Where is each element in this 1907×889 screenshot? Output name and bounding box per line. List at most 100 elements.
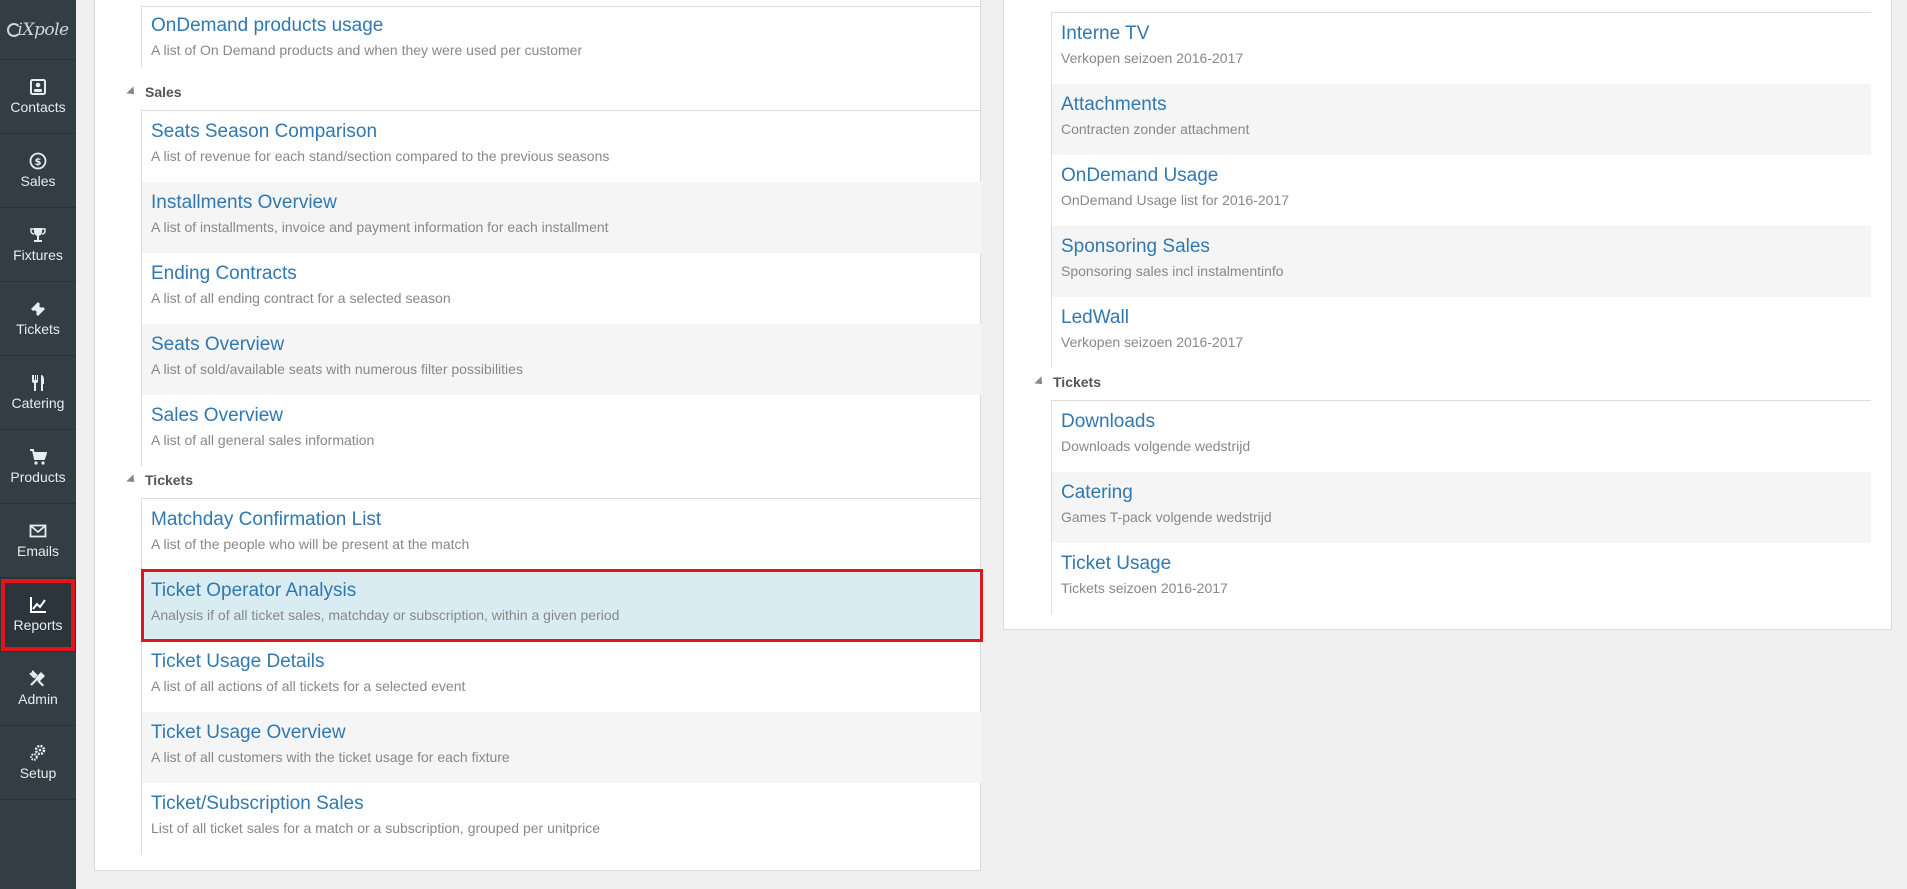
tools-icon bbox=[29, 670, 45, 687]
chart-icon bbox=[30, 597, 46, 613]
report-description: A list of On Demand products and when th… bbox=[151, 42, 583, 58]
report-description: Downloads volgende wedstrijd bbox=[1061, 438, 1251, 454]
nav-label-tickets: Tickets bbox=[16, 321, 60, 337]
cart-icon bbox=[30, 449, 47, 465]
report-description: A list of installments, invoice and paym… bbox=[151, 219, 609, 235]
nav-label-catering: Catering bbox=[11, 395, 65, 411]
nav-item-products[interactable]: Products bbox=[0, 430, 76, 504]
report-item[interactable]: Sponsoring Sales Sponsoring sales incl i… bbox=[1052, 226, 1871, 297]
nav-item-catering[interactable]: Catering bbox=[0, 356, 76, 430]
report-description: A list of all customers with the ticket … bbox=[151, 749, 510, 765]
right-tickets-report-list: Downloads Downloads volgende wedstrijd C… bbox=[1051, 400, 1871, 614]
nav-item-fixtures[interactable]: Fixtures bbox=[0, 208, 76, 282]
report-item[interactable]: Ending Contracts A list of all ending co… bbox=[142, 253, 982, 324]
report-description: Tickets seizoen 2016-2017 bbox=[1061, 580, 1228, 596]
svg-text:$: $ bbox=[35, 157, 42, 168]
nav-item-sales[interactable]: $ Sales bbox=[0, 134, 76, 208]
report-title[interactable]: Ticket Operator Analysis bbox=[151, 579, 973, 603]
reports-panel-left: OnDemand products usage A list of On Dem… bbox=[94, 0, 983, 871]
report-item[interactable]: Ticket Usage Details A list of all actio… bbox=[142, 641, 982, 712]
nav-item-setup[interactable]: Setup bbox=[0, 726, 76, 800]
report-title[interactable]: Sponsoring Sales bbox=[1061, 235, 1862, 259]
report-title[interactable]: Seats Overview bbox=[151, 333, 973, 357]
report-description: A list of revenue for each stand/section… bbox=[151, 148, 610, 164]
section-header-tickets-right[interactable]: Tickets bbox=[1034, 374, 1101, 390]
report-title[interactable]: Ticket/Subscription Sales bbox=[151, 792, 973, 816]
nav-label-fixtures: Fixtures bbox=[13, 247, 63, 263]
cutlery-icon bbox=[32, 375, 44, 391]
report-description: A list of all general sales information bbox=[151, 432, 375, 448]
report-description: A list of all actions of all tickets for… bbox=[151, 678, 466, 694]
report-title[interactable]: Ending Contracts bbox=[151, 262, 973, 286]
tickets-report-list: Matchday Confirmation List A list of the… bbox=[141, 498, 983, 854]
report-item[interactable]: OnDemand Usage OnDemand Usage list for 2… bbox=[1052, 155, 1871, 226]
section-header-sales[interactable]: Sales bbox=[126, 84, 182, 100]
report-item[interactable]: Interne TV Verkopen seizoen 2016-2017 bbox=[1052, 13, 1871, 84]
report-title[interactable]: LedWall bbox=[1061, 306, 1862, 330]
section-title: Sales bbox=[145, 84, 182, 100]
report-title[interactable]: Ticket Usage Overview bbox=[151, 721, 973, 745]
top-report-list: OnDemand products usage A list of On Dem… bbox=[141, 6, 982, 68]
sidebar: iXpole Contacts $ Sales Fixtures Tickets… bbox=[0, 0, 76, 889]
app-logo[interactable]: iXpole bbox=[0, 0, 76, 60]
report-title[interactable]: Ticket Usage Details bbox=[151, 650, 973, 674]
report-title[interactable]: Sales Overview bbox=[151, 404, 973, 428]
report-item[interactable]: Installments Overview A list of installm… bbox=[142, 182, 982, 253]
sales-report-list: Seats Season Comparison A list of revenu… bbox=[141, 110, 982, 466]
report-item[interactable]: Ticket/Subscription Sales List of all ti… bbox=[142, 783, 982, 854]
report-item[interactable]: LedWall Verkopen seizoen 2016-2017 bbox=[1052, 297, 1871, 368]
report-title[interactable]: Matchday Confirmation List bbox=[151, 508, 973, 532]
section-header-tickets[interactable]: Tickets bbox=[126, 472, 193, 488]
nav-label-products: Products bbox=[10, 469, 66, 485]
nav-item-tickets[interactable]: Tickets bbox=[0, 282, 76, 356]
report-item[interactable]: OnDemand products usage A list of On Dem… bbox=[142, 7, 982, 68]
custom-report-list: Interne TV Verkopen seizoen 2016-2017 At… bbox=[1051, 12, 1871, 368]
collapse-triangle-icon[interactable] bbox=[1034, 376, 1046, 388]
dollar-icon: $ bbox=[29, 152, 47, 170]
report-title[interactable]: Installments Overview bbox=[151, 191, 973, 215]
report-title[interactable]: Ticket Usage bbox=[1061, 552, 1862, 576]
ticket-icon bbox=[31, 302, 45, 316]
report-title[interactable]: OnDemand products usage bbox=[151, 14, 973, 38]
report-item[interactable]: Seats Season Comparison A list of revenu… bbox=[142, 111, 982, 182]
gears-icon bbox=[30, 744, 46, 761]
report-item[interactable]: Catering Games T-pack volgende wedstrijd bbox=[1052, 472, 1871, 543]
report-item[interactable]: Seats Overview A list of sold/available … bbox=[142, 324, 982, 395]
envelope-icon bbox=[29, 524, 47, 538]
report-description: OnDemand Usage list for 2016-2017 bbox=[1061, 192, 1290, 208]
report-item[interactable]: Attachments Contracten zonder attachment bbox=[1052, 84, 1871, 155]
report-item[interactable]: Ticket Usage Overview A list of all cust… bbox=[142, 712, 982, 783]
trophy-icon bbox=[30, 228, 46, 242]
report-title[interactable]: Seats Season Comparison bbox=[151, 120, 973, 144]
report-item[interactable]: Downloads Downloads volgende wedstrijd bbox=[1052, 401, 1871, 472]
report-description: A list of the people who will be present… bbox=[151, 536, 470, 552]
report-title[interactable]: OnDemand Usage bbox=[1061, 164, 1862, 188]
report-item[interactable]: Matchday Confirmation List A list of the… bbox=[142, 499, 982, 570]
report-title[interactable]: Catering bbox=[1061, 481, 1862, 505]
nav-item-contacts[interactable]: Contacts bbox=[0, 60, 76, 134]
nav-label-reports: Reports bbox=[13, 617, 63, 633]
nav-item-reports[interactable]: Reports bbox=[0, 578, 76, 652]
nav-label-setup: Setup bbox=[19, 765, 57, 781]
nav-item-admin[interactable]: Admin bbox=[0, 652, 76, 726]
report-title[interactable]: Downloads bbox=[1061, 410, 1862, 434]
report-item[interactable]: Sales Overview A list of all general sal… bbox=[142, 395, 982, 466]
collapse-triangle-icon[interactable] bbox=[126, 474, 138, 486]
logo-text: iXpole bbox=[17, 19, 69, 40]
report-title[interactable]: Attachments bbox=[1061, 93, 1862, 117]
report-item[interactable]: Ticket Usage Tickets seizoen 2016-2017 bbox=[1052, 543, 1871, 614]
nav-item-emails[interactable]: Emails bbox=[0, 504, 76, 578]
report-item-selected[interactable]: Ticket Operator Analysis Analysis if of … bbox=[141, 569, 983, 642]
report-description: Games T-pack volgende wedstrijd bbox=[1061, 509, 1272, 525]
report-description: Analysis if of all ticket sales, matchda… bbox=[151, 607, 620, 623]
contacts-icon bbox=[30, 79, 46, 95]
report-description: List of all ticket sales for a match or … bbox=[151, 820, 600, 836]
nav-label-admin: Admin bbox=[18, 691, 58, 707]
report-description: A list of all ending contract for a sele… bbox=[151, 290, 451, 306]
collapse-triangle-icon[interactable] bbox=[126, 86, 138, 98]
nav-label-contacts: Contacts bbox=[10, 99, 66, 115]
report-description: Contracten zonder attachment bbox=[1061, 121, 1250, 137]
logo-mark: iXpole bbox=[7, 19, 69, 40]
report-title[interactable]: Interne TV bbox=[1061, 22, 1862, 46]
report-description: Verkopen seizoen 2016-2017 bbox=[1061, 334, 1244, 350]
